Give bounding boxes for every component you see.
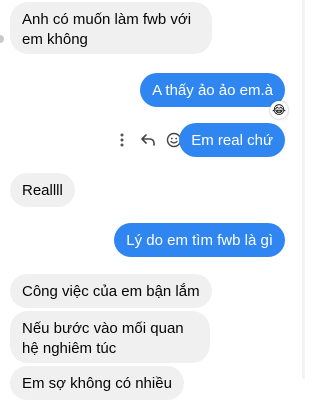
message-text: A thấy ảo ảo em.à — [152, 82, 273, 99]
reply-icon[interactable] — [138, 130, 158, 150]
scrollbar[interactable] — [302, 0, 305, 379]
incoming-message[interactable]: Reallll — [10, 173, 75, 207]
message-text: Reallll — [22, 182, 63, 199]
incoming-message[interactable]: Công việc của em bận lắm — [10, 274, 212, 308]
message-text: Nếu bước vào mối quan hệ nghiêm túc — [22, 320, 184, 357]
more-options-icon[interactable] — [112, 130, 132, 150]
laughing-emoji-reaction[interactable]: 😂 — [270, 101, 288, 119]
message-text: Công việc của em bận lắm — [22, 283, 200, 300]
message-text: Anh có muốn làm fwb với em không — [22, 11, 192, 48]
message-text: Lý do em tìm fwb là gì — [126, 232, 273, 249]
outgoing-message[interactable]: A thấy ảo ảo em.à — [140, 73, 285, 107]
sender-avatar — [0, 35, 4, 43]
incoming-message[interactable]: Em sợ không có nhiều — [10, 366, 184, 400]
outgoing-message[interactable]: Em real chứ — [179, 123, 285, 157]
message-text: Em real chứ — [191, 132, 273, 149]
incoming-message[interactable]: Anh có muốn làm fwb với em không — [10, 2, 212, 54]
message-text: Em sợ không có nhiều — [22, 375, 172, 392]
outgoing-message[interactable]: Lý do em tìm fwb là gì — [114, 223, 285, 257]
message-actions — [112, 130, 184, 150]
incoming-message[interactable]: Nếu bước vào mối quan hệ nghiêm túc — [10, 311, 210, 363]
